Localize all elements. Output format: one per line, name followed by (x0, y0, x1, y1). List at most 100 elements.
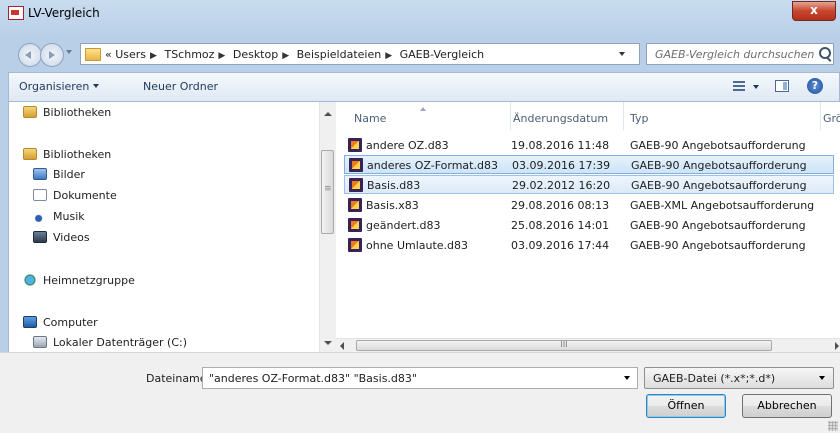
scroll-up-icon[interactable] (324, 108, 332, 116)
videos-icon (33, 231, 47, 243)
nav-item-computer[interactable]: Computer (23, 316, 98, 329)
library-icon (23, 148, 37, 160)
open-button[interactable]: Öffnen (646, 394, 726, 418)
documents-icon (33, 189, 47, 201)
gaeb-file-icon (349, 158, 363, 172)
cancel-button[interactable]: Abbrechen (742, 394, 832, 418)
close-button[interactable]: x (792, 1, 836, 21)
back-button[interactable] (18, 43, 42, 67)
chevron-right-icon[interactable]: ▶ (150, 51, 157, 61)
scroll-right-icon[interactable] (835, 342, 839, 350)
nav-item-local-disk[interactable]: Lokaler Datenträger (C:) (33, 336, 187, 349)
file-type: GAEB-90 Angebotsaufforderung (631, 179, 807, 192)
help-icon[interactable]: ? (807, 78, 823, 94)
column-header-type[interactable]: Typ (624, 102, 820, 130)
organize-button[interactable]: Organisieren (19, 80, 100, 93)
file-row[interactable]: ohne Umlaute.d83 03.09.2016 17:44 GAEB-9… (344, 236, 834, 255)
filename-label: Dateiname: (146, 372, 211, 385)
column-header-size[interactable]: Grö (821, 102, 840, 130)
breadcrumb-item[interactable]: Desktop (233, 48, 278, 61)
column-header-modified[interactable]: Änderungsdatum (511, 102, 623, 130)
breadcrumb-item[interactable]: TSchmoz (164, 48, 214, 61)
file-row[interactable]: geändert.d83 25.08.2016 14:01 GAEB-90 An… (344, 216, 834, 235)
navigation-bar: « Users ▶ TSchmoz ▶ Desktop ▶ Beispieldatei… (0, 40, 840, 70)
file-name: Basis.d83 (367, 179, 421, 192)
file-row[interactable]: andere OZ.d83 19.08.2016 11:48 GAEB-90 A… (344, 136, 834, 155)
forward-button[interactable] (40, 43, 64, 67)
file-name: geändert.d83 (366, 219, 441, 232)
nav-item-libraries-top[interactable]: Bibliotheken (23, 106, 111, 119)
folder-icon (85, 48, 101, 61)
column-header-label: Typ (630, 112, 649, 125)
nav-item-videos[interactable]: Videos (33, 231, 90, 244)
filename-field[interactable]: "anderes OZ-Format.d83" "Basis.d83" (202, 367, 638, 389)
file-row-selected[interactable]: anderes OZ-Format.d83 03.09.2016 17:39 G… (344, 155, 834, 174)
command-bar: Organisieren Neuer Ordner ? (8, 72, 840, 102)
file-type: GAEB-90 Angebotsaufforderung (631, 159, 807, 172)
nav-item-libraries[interactable]: Bibliotheken (23, 148, 111, 161)
gaeb-file-icon (348, 218, 362, 232)
recent-pages-dropdown[interactable] (66, 50, 72, 57)
music-icon (33, 210, 47, 222)
nav-item-music[interactable]: Musik (33, 210, 85, 223)
nav-item-label: Computer (43, 316, 98, 329)
breadcrumb-overflow[interactable]: « (105, 48, 112, 61)
file-row-selected[interactable]: Basis.d83 29.02.2012 16:20 GAEB-90 Angeb… (344, 175, 834, 194)
scroll-down-icon[interactable] (324, 341, 332, 349)
chevron-down-icon (93, 84, 100, 91)
file-list-scrollbar[interactable]: III (336, 338, 840, 352)
organize-label: Organisieren (19, 80, 90, 93)
nav-item-label: Heimnetzgruppe (43, 274, 135, 287)
chevron-right-icon[interactable]: ▶ (218, 51, 225, 61)
file-type: GAEB-90 Angebotsaufforderung (630, 219, 806, 232)
file-row[interactable]: Basis.x83 29.08.2016 08:13 GAEB-XML Ange… (344, 196, 834, 215)
file-name: anderes OZ-Format.d83 (367, 159, 498, 172)
scrollbar-thumb[interactable]: III (356, 340, 772, 351)
filetype-value: GAEB-Datei (*.x*;*.d*) (653, 372, 776, 385)
pictures-icon (33, 168, 47, 180)
nav-item-documents[interactable]: Dokumente (33, 189, 117, 202)
homegroup-icon (23, 274, 37, 286)
chevron-down-icon[interactable] (753, 85, 759, 92)
new-folder-button[interactable]: Neuer Ordner (143, 80, 218, 93)
window-title: LV-Vergleich (28, 6, 100, 20)
chevron-down-icon[interactable] (624, 376, 630, 383)
file-type: GAEB-90 Angebotsaufforderung (630, 139, 806, 152)
file-list[interactable]: Name Änderungsdatum Typ Grö andere OZ.d8… (336, 102, 840, 338)
nav-item-pictures[interactable]: Bilder (33, 168, 85, 181)
search-icon[interactable] (819, 47, 831, 59)
title-bar[interactable]: LV-Vergleich x (0, 0, 840, 26)
breadcrumb-item[interactable]: GAEB-Vergleich (400, 48, 485, 61)
scroll-left-icon[interactable] (340, 342, 344, 350)
navigation-pane[interactable]: Bibliotheken Bibliotheken Bilder Dokumen… (9, 102, 319, 352)
search-placeholder: GAEB-Vergleich durchsuchen (655, 48, 815, 61)
chevron-right-icon[interactable]: ▶ (282, 51, 289, 61)
gaeb-file-icon (349, 178, 363, 192)
filetype-select[interactable]: GAEB-Datei (*.x*;*.d*) (644, 367, 834, 389)
file-name: Basis.x83 (366, 199, 419, 212)
view-options-icon[interactable] (733, 81, 745, 91)
file-modified: 29.08.2016 08:13 (511, 199, 610, 212)
drive-icon (33, 336, 47, 348)
preview-pane-icon[interactable] (775, 80, 789, 92)
app-icon (8, 6, 24, 20)
nav-item-homegroup[interactable]: Heimnetzgruppe (23, 274, 135, 287)
resize-grip[interactable] (828, 421, 838, 431)
chevron-right-icon[interactable]: ▶ (385, 51, 392, 61)
content-area: Bibliotheken Bibliotheken Bilder Dokumen… (8, 102, 840, 352)
breadcrumb-item[interactable]: Beispieldateien (297, 48, 382, 61)
column-header-label: Änderungsdatum (513, 112, 609, 125)
navigation-scrollbar[interactable] (319, 102, 336, 352)
scrollbar-thumb[interactable] (321, 150, 334, 234)
nav-item-label: Videos (53, 231, 90, 244)
breadcrumb-item[interactable]: Users (115, 48, 146, 61)
file-modified: 03.09.2016 17:44 (511, 239, 610, 252)
address-dropdown-icon[interactable] (619, 52, 625, 59)
file-modified: 19.08.2016 11:48 (511, 139, 610, 152)
nav-item-label: Bibliotheken (43, 148, 112, 161)
search-input[interactable]: GAEB-Vergleich durchsuchen (646, 43, 834, 65)
address-bar[interactable]: « Users ▶ TSchmoz ▶ Desktop ▶ Beispieldatei… (80, 43, 713, 65)
column-header-name[interactable]: Name (336, 102, 510, 130)
nav-item-label: Bilder (53, 168, 85, 181)
file-modified: 03.09.2016 17:39 (512, 159, 611, 172)
